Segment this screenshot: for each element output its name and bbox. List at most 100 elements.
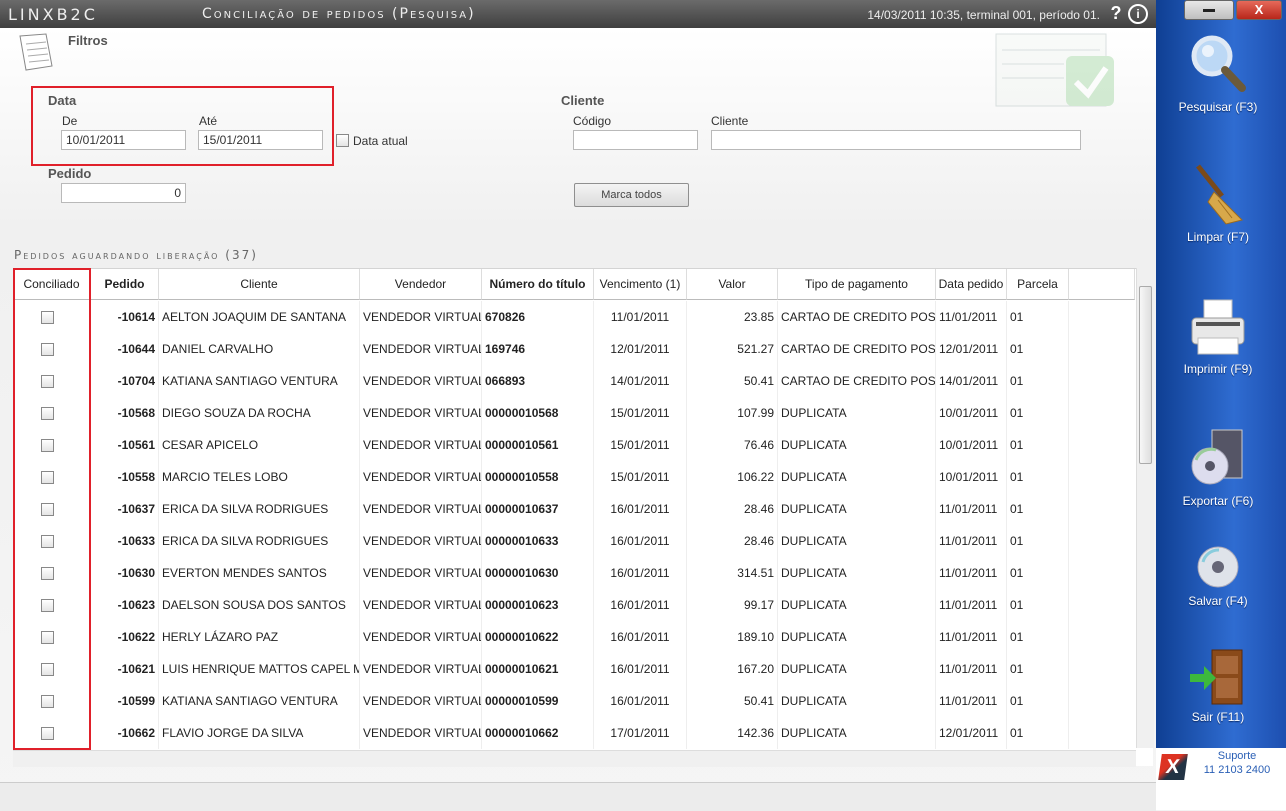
help-icon[interactable]: ? xyxy=(1108,4,1124,22)
vencimento-cell: 16/01/2011 xyxy=(594,493,687,525)
parcela-cell: 01 xyxy=(1007,557,1069,589)
tipo-cell: DUPLICATA xyxy=(778,589,936,621)
data-cell: 11/01/2011 xyxy=(936,557,1007,589)
table-row[interactable]: -10704 KATIANA SANTIAGO VENTURA VENDEDOR V… xyxy=(13,365,1135,397)
table-row[interactable]: -10644 DANIEL CARVALHO VENDEDOR VIRTUAL 169… xyxy=(13,333,1135,365)
vertical-scrollbar[interactable] xyxy=(1136,268,1154,748)
data-cell: 12/01/2011 xyxy=(936,717,1007,749)
export-action-button[interactable]: Exportar (F6) xyxy=(1156,426,1280,508)
cliente-cell: KATIANA SANTIAGO VENTURA xyxy=(159,685,360,717)
parcela-cell: 01 xyxy=(1007,333,1069,365)
column-header[interactable]: Tipo de pagamento xyxy=(778,269,936,300)
valor-cell: 106.22 xyxy=(687,461,778,493)
table-row[interactable]: -10662 FLAVIO JORGE DA SILVA VENDEDOR VIRT… xyxy=(13,717,1135,749)
valor-cell: 142.36 xyxy=(687,717,778,749)
vendedor-cell: VENDEDOR VIRTUAL xyxy=(360,557,482,589)
column-header[interactable]: Valor xyxy=(687,269,778,300)
cliente-cell: EVERTON MENDES SANTOS xyxy=(159,557,360,589)
column-header[interactable]: Número do título xyxy=(482,269,594,300)
cliente-cell: FLAVIO JORGE DA SILVA xyxy=(159,717,360,749)
parcela-cell: 01 xyxy=(1007,429,1069,461)
table-row[interactable]: -10623 DAELSON SOUSA DOS SANTOS VENDEDOR V… xyxy=(13,589,1135,621)
table-row[interactable]: -10622 HERLY LÁZARO PAZ VENDEDOR VIRTUAL 00… xyxy=(13,621,1135,653)
conciliado-column-highlight xyxy=(13,268,91,750)
info-icon[interactable]: i xyxy=(1128,4,1148,24)
table-row[interactable]: -10568 DIEGO SOUZA DA ROCHA VENDEDOR VIRTU… xyxy=(13,397,1135,429)
valor-cell: 189.10 xyxy=(687,621,778,653)
exit-action-button[interactable]: Sair (F11) xyxy=(1156,648,1280,724)
section-title: Pedidos aguardando liberação (37) xyxy=(14,248,258,262)
pedido-cell: -10704 xyxy=(91,365,159,397)
scroll-thumb[interactable] xyxy=(1139,286,1152,464)
clear-action-button[interactable]: Limpar (F7) xyxy=(1156,162,1280,244)
search-action-button[interactable]: Pesquisar (F3) xyxy=(1156,32,1280,114)
table-row[interactable]: -10630 EVERTON MENDES SANTOS VENDEDOR VIRT… xyxy=(13,557,1135,589)
column-header[interactable]: Pedido xyxy=(91,269,159,300)
cliente-cell: DANIEL CARVALHO xyxy=(159,333,360,365)
vendedor-cell: VENDEDOR VIRTUAL xyxy=(360,525,482,557)
column-header[interactable]: Vendedor xyxy=(360,269,482,300)
column-header[interactable]: Data pedido xyxy=(936,269,1007,300)
print-action-label: Imprimir (F9) xyxy=(1183,362,1253,376)
vendedor-cell: VENDEDOR VIRTUAL xyxy=(360,717,482,749)
vendedor-cell: VENDEDOR VIRTUAL xyxy=(360,621,482,653)
title-bar: LINXB2C Conciliação de pedidos (Pesquisa… xyxy=(0,0,1156,28)
date-from-input[interactable] xyxy=(61,130,186,150)
parcela-cell: 01 xyxy=(1007,525,1069,557)
pedido-cell: -10662 xyxy=(91,717,159,749)
current-date-checkbox[interactable] xyxy=(336,134,349,147)
titulo-cell: 00000010662 xyxy=(482,717,594,749)
exit-door-icon xyxy=(1186,648,1250,706)
table-row[interactable]: -10637 ERICA DA SILVA RODRIGUES VENDEDOR V… xyxy=(13,493,1135,525)
titulo-cell: 00000010637 xyxy=(482,493,594,525)
table-row[interactable]: -10599 KATIANA SANTIAGO VENTURA VENDEDOR V… xyxy=(13,685,1135,717)
date-group-label: Data xyxy=(48,93,77,108)
tipo-cell: CARTAO DE CREDITO POS xyxy=(778,333,936,365)
parcela-cell: 01 xyxy=(1007,685,1069,717)
vencimento-cell: 16/01/2011 xyxy=(594,685,687,717)
client-group-label: Cliente xyxy=(561,93,605,108)
save-action-label: Salvar (F4) xyxy=(1188,594,1248,608)
minimize-button[interactable] xyxy=(1184,0,1234,20)
valor-cell: 76.46 xyxy=(687,429,778,461)
pedido-cell: -10630 xyxy=(91,557,159,589)
pedido-cell: -10644 xyxy=(91,333,159,365)
client-code-label: Código xyxy=(573,114,612,128)
table-row[interactable]: -10614 AELTON JOAQUIM DE SANTANA VENDEDOR … xyxy=(13,301,1135,333)
table-row[interactable]: -10561 CESAR APICELO VENDEDOR VIRTUAL 00000… xyxy=(13,429,1135,461)
table-row[interactable]: -10621 LUIS HENRIQUE MATTOS CAPEL M VENDED… xyxy=(13,653,1135,685)
vendedor-cell: VENDEDOR VIRTUAL xyxy=(360,589,482,621)
date-to-input[interactable] xyxy=(198,130,323,150)
column-header[interactable]: Vencimento (1) xyxy=(594,269,687,300)
mark-all-button[interactable]: Marca todos xyxy=(574,183,689,207)
client-name-input[interactable] xyxy=(711,130,1081,150)
horizontal-scrollbar[interactable] xyxy=(13,750,1136,767)
table-row[interactable]: -10633 ERICA DA SILVA RODRIGUES VENDEDOR V… xyxy=(13,525,1135,557)
print-action-button[interactable]: Imprimir (F9) xyxy=(1156,294,1280,376)
notepad-icon xyxy=(18,32,54,72)
column-header[interactable]: Cliente xyxy=(159,269,360,300)
parcela-cell: 01 xyxy=(1007,461,1069,493)
table-row[interactable]: -10558 MARCIO TELES LOBO VENDEDOR VIRTUAL 0… xyxy=(13,461,1135,493)
cliente-cell: DIEGO SOUZA DA ROCHA xyxy=(159,397,360,429)
titulo-cell: 00000010633 xyxy=(482,525,594,557)
close-button[interactable]: X xyxy=(1236,0,1282,20)
parcela-cell: 01 xyxy=(1007,493,1069,525)
vencimento-cell: 16/01/2011 xyxy=(594,589,687,621)
parcela-cell: 01 xyxy=(1007,717,1069,749)
support-phone: 11 2103 2400 xyxy=(1203,764,1271,776)
data-cell: 11/01/2011 xyxy=(936,589,1007,621)
parcela-cell: 01 xyxy=(1007,397,1069,429)
client-code-input[interactable] xyxy=(573,130,698,150)
cliente-cell: ERICA DA SILVA RODRIGUES xyxy=(159,493,360,525)
vendedor-cell: VENDEDOR VIRTUAL xyxy=(360,365,482,397)
receipt-watermark-icon xyxy=(994,30,1116,110)
pedido-cell: -10599 xyxy=(91,685,159,717)
pedido-cell: -10561 xyxy=(91,429,159,461)
save-action-button[interactable]: Salvar (F4) xyxy=(1156,544,1280,608)
tipo-cell: CARTAO DE CREDITO POS xyxy=(778,301,936,333)
tipo-cell: DUPLICATA xyxy=(778,557,936,589)
order-input[interactable] xyxy=(61,183,186,203)
column-header[interactable]: Parcela xyxy=(1007,269,1069,300)
main-content: Filtros Data De Até Data atual Pedido Cl… xyxy=(0,28,1156,810)
